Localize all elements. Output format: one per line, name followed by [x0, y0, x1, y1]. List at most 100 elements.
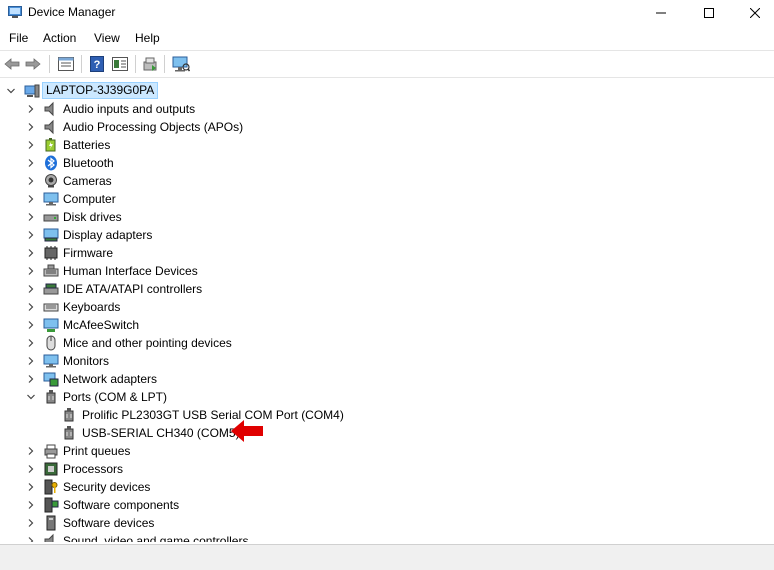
tree-item-label: Monitors [63, 354, 110, 368]
tree-item-apo[interactable]: Audio Processing Objects (APOs) [0, 118, 774, 136]
tree-item-batteries[interactable]: Batteries [0, 136, 774, 154]
menu-action[interactable]: Action [43, 31, 76, 45]
chevron-down-icon[interactable] [27, 393, 35, 401]
tree-item-software-components[interactable]: Software components [0, 496, 774, 514]
tree-item-label: Ports (COM & LPT) [63, 390, 168, 404]
tree-item-network-adapters[interactable]: Network adapters [0, 370, 774, 388]
tree-item-label: Firmware [63, 246, 113, 260]
window-title: Device Manager [28, 5, 116, 19]
tree-root-node[interactable]: LAPTOP-3J39G0PA [0, 82, 774, 100]
tree-item-label: Software devices [63, 516, 155, 530]
device-tree[interactable]: LAPTOP-3J39G0PA Audio inputs and outputs… [0, 78, 774, 542]
camera-icon [45, 174, 57, 188]
chevron-right-icon[interactable] [27, 375, 35, 383]
tree-item-label: Batteries [63, 138, 111, 152]
tree-child-prolific-com4[interactable]: Prolific PL2303GT USB Serial COM Port (C… [0, 406, 774, 424]
tree-item-label: Bluetooth [63, 156, 114, 170]
chevron-right-icon[interactable] [27, 447, 35, 455]
chevron-right-icon[interactable] [27, 267, 35, 275]
update-driver-icon [143, 57, 157, 71]
menu-file[interactable]: File [9, 31, 28, 45]
help-icon: ? [90, 56, 104, 72]
chevron-right-icon[interactable] [27, 321, 35, 329]
chevron-right-icon[interactable] [27, 249, 35, 257]
display-adapter-icon [43, 228, 59, 242]
chevron-right-icon[interactable] [27, 105, 35, 113]
tree-item-keyboards[interactable]: Keyboards [0, 298, 774, 316]
chevron-right-icon[interactable] [27, 519, 35, 527]
chevron-right-icon[interactable] [27, 213, 35, 221]
tree-item-ports[interactable]: Ports (COM & LPT) [0, 388, 774, 406]
tree-item-monitors[interactable]: Monitors [0, 352, 774, 370]
chevron-right-icon[interactable] [27, 177, 35, 185]
chevron-right-icon[interactable] [27, 195, 35, 203]
forward-button[interactable] [24, 55, 42, 73]
close-button[interactable] [732, 0, 774, 26]
minimize-button[interactable] [638, 0, 684, 26]
tree-item-firmware[interactable]: Firmware [0, 244, 774, 262]
tree-item-label: Print queues [63, 444, 131, 458]
tree-item-label: Display adapters [63, 228, 153, 242]
tree-item-sound-video-game[interactable]: Sound, video and game controllers [0, 532, 774, 542]
tree-item-security-devices[interactable]: Security devices [0, 478, 774, 496]
chevron-right-icon[interactable] [27, 357, 35, 365]
tree-item-disk-drives[interactable]: Disk drives [0, 208, 774, 226]
chevron-right-icon[interactable] [27, 159, 35, 167]
bluetooth-icon [45, 155, 57, 171]
tree-item-label: Computer [63, 192, 116, 206]
chevron-right-icon[interactable] [27, 303, 35, 311]
tree-item-processors[interactable]: Processors [0, 460, 774, 478]
printer-icon [44, 444, 58, 459]
update-driver-button[interactable] [141, 55, 159, 73]
minimize-icon [656, 12, 666, 14]
tree-item-display-adapters[interactable]: Display adapters [0, 226, 774, 244]
tree-item-bluetooth[interactable]: Bluetooth [0, 154, 774, 172]
tree-item-computer[interactable]: Computer [0, 190, 774, 208]
tree-item-mcafeeswitch[interactable]: McAfeeSwitch [0, 316, 774, 334]
tree-item-label: USB-SERIAL CH340 (COM5) [82, 426, 240, 440]
tree-item-hid[interactable]: Human Interface Devices [0, 262, 774, 280]
menu-help[interactable]: Help [135, 31, 160, 45]
security-icon [44, 479, 58, 495]
properties-icon [58, 57, 74, 71]
tree-item-software-devices[interactable]: Software devices [0, 514, 774, 532]
chevron-right-icon[interactable] [27, 123, 35, 131]
chevron-right-icon[interactable] [27, 231, 35, 239]
disk-drive-icon [43, 214, 59, 222]
firmware-icon [44, 246, 58, 260]
tree-item-label: Sound, video and game controllers [63, 534, 249, 542]
menu-view[interactable]: View [94, 31, 120, 45]
tree-item-print-queues[interactable]: Print queues [0, 442, 774, 460]
scan-hardware-button[interactable] [172, 55, 190, 73]
chevron-right-icon[interactable] [27, 339, 35, 347]
horizontal-scrollbar[interactable] [0, 544, 774, 570]
chevron-down-icon[interactable] [7, 87, 15, 95]
network-icon [43, 318, 59, 332]
maximize-button[interactable] [686, 0, 732, 26]
tree-item-audio-inputs[interactable]: Audio inputs and outputs [0, 100, 774, 118]
chevron-right-icon[interactable] [27, 465, 35, 473]
network-adapter-icon [43, 372, 59, 387]
device-view-button[interactable] [111, 55, 129, 73]
help-button[interactable]: ? [88, 55, 106, 73]
monitor-icon [43, 354, 59, 368]
chevron-right-icon[interactable] [27, 537, 35, 542]
software-component-icon [44, 497, 59, 513]
chevron-right-icon[interactable] [27, 141, 35, 149]
device-view-icon [112, 57, 128, 71]
chevron-right-icon[interactable] [27, 501, 35, 509]
chevron-right-icon[interactable] [27, 285, 35, 293]
keyboard-icon [43, 303, 59, 312]
back-button[interactable] [3, 55, 21, 73]
speaker-icon [44, 101, 54, 117]
computer-name: LAPTOP-3J39G0PA [42, 82, 159, 99]
properties-view-button[interactable] [57, 55, 75, 73]
chevron-right-icon[interactable] [27, 483, 35, 491]
tree-child-ch340-com5[interactable]: USB-SERIAL CH340 (COM5) [0, 424, 774, 442]
forward-arrow-icon [25, 58, 41, 70]
tree-item-ide[interactable]: IDE ATA/ATAPI controllers [0, 280, 774, 298]
tree-item-cameras[interactable]: Cameras [0, 172, 774, 190]
tree-item-mice[interactable]: Mice and other pointing devices [0, 334, 774, 352]
sound-icon [44, 533, 54, 542]
svg-text:?: ? [94, 59, 101, 71]
